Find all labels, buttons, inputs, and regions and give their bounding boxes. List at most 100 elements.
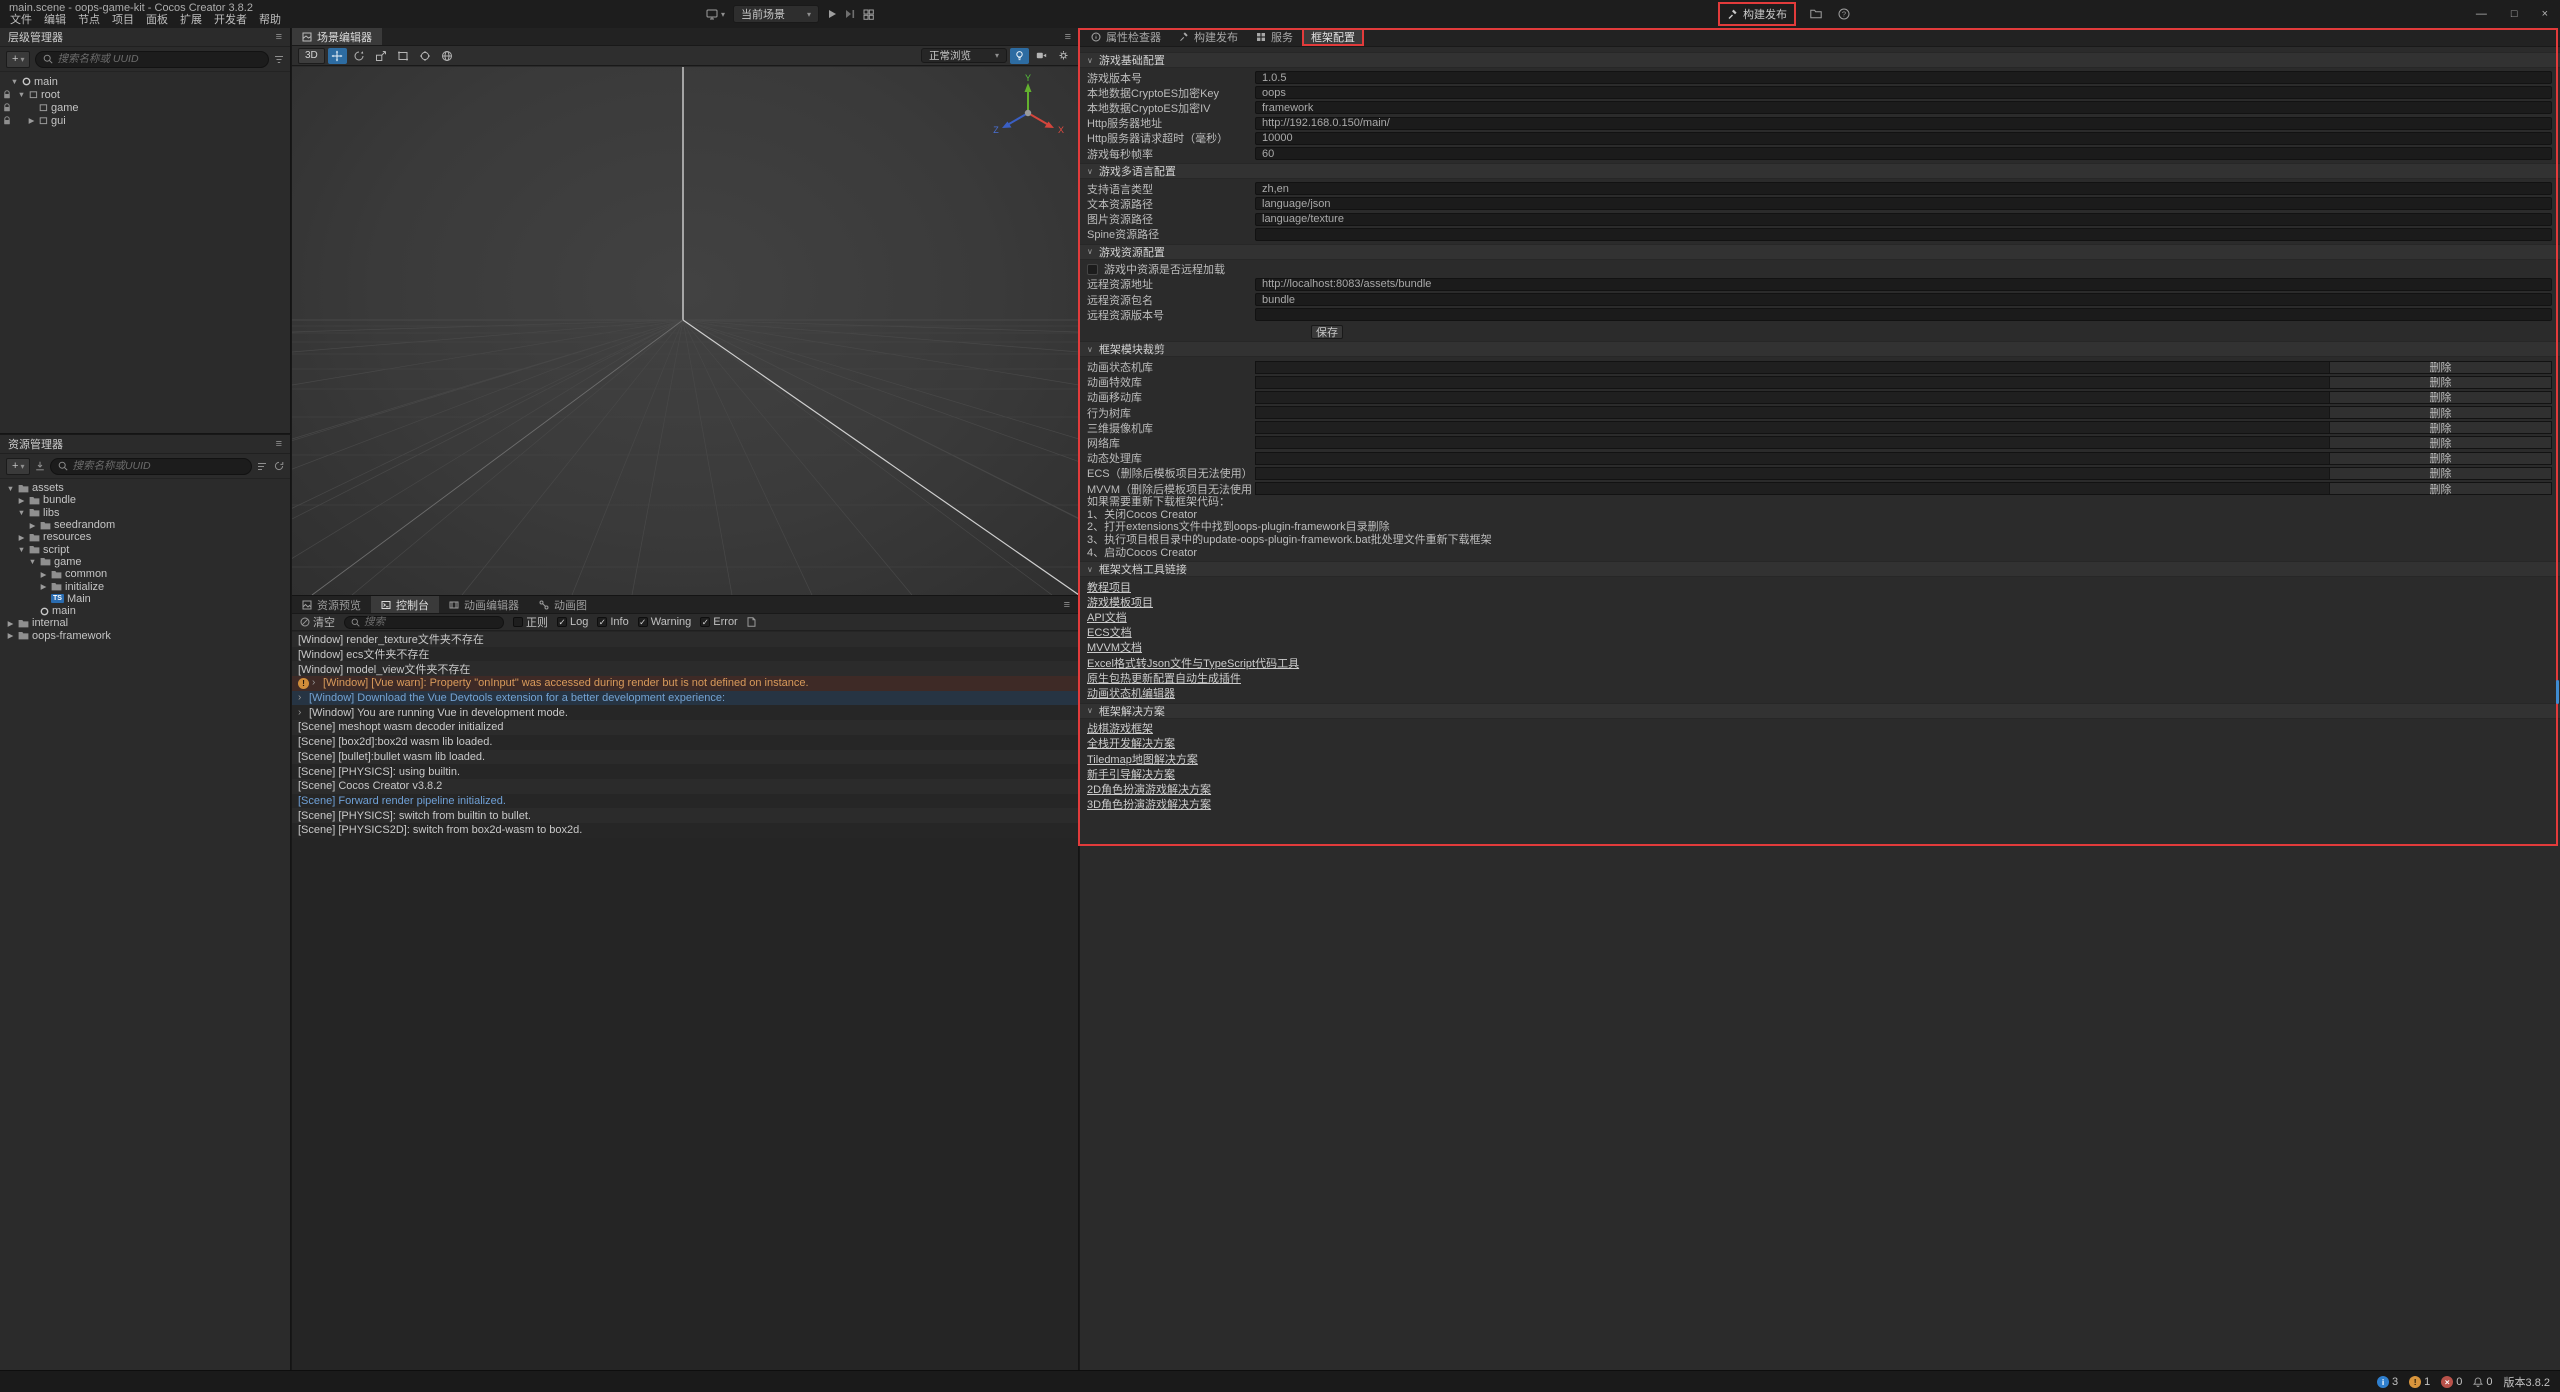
log-row[interactable]: [Window] [Vue warn]: Property "onInput" … bbox=[292, 676, 1078, 691]
menu-item[interactable]: 帮助 bbox=[253, 14, 287, 27]
move-tool[interactable] bbox=[328, 48, 347, 64]
gear-icon[interactable] bbox=[1054, 48, 1073, 64]
asset-node[interactable]: TS main bbox=[0, 605, 290, 617]
console-export-icon[interactable] bbox=[747, 617, 756, 627]
expand-arrow[interactable] bbox=[39, 570, 48, 579]
asset-node[interactable]: TS initialize bbox=[0, 580, 290, 592]
field-input[interactable]: 60 bbox=[1255, 147, 2552, 160]
log-row[interactable]: [Scene] [PHYSICS2D]: switch from box2d-w… bbox=[292, 823, 1078, 838]
expand-arrow[interactable] bbox=[298, 708, 309, 718]
expand-arrow[interactable] bbox=[6, 631, 15, 640]
log-row[interactable]: [Scene] Forward render pipeline initiali… bbox=[292, 794, 1078, 809]
axis-y-label[interactable]: Y bbox=[1025, 73, 1031, 83]
section-header-docs[interactable]: 框架文档工具链接 bbox=[1080, 561, 2560, 577]
menu-item[interactable]: 文件 bbox=[4, 14, 38, 27]
expand-arrow[interactable] bbox=[39, 582, 48, 591]
console-filter[interactable]: Error bbox=[700, 616, 737, 628]
field-input[interactable]: language/json bbox=[1255, 197, 2552, 210]
expand-arrow[interactable] bbox=[17, 90, 26, 99]
view-mode-select[interactable]: 正常浏览 ▾ bbox=[921, 48, 1007, 63]
lighting-toggle[interactable] bbox=[1010, 48, 1029, 64]
asset-node[interactable]: TS bundle bbox=[0, 494, 290, 506]
create-asset-button[interactable]: +▾ bbox=[6, 458, 30, 475]
section-header-language[interactable]: 游戏多语言配置 bbox=[1080, 163, 2560, 179]
help-button[interactable]: ? bbox=[1838, 8, 1850, 20]
scale-tool[interactable] bbox=[372, 48, 391, 64]
asset-node[interactable]: TS common bbox=[0, 568, 290, 580]
log-row[interactable]: [Scene] [PHYSICS]: switch from builtin t… bbox=[292, 808, 1078, 823]
filter-checkbox[interactable] bbox=[638, 617, 648, 627]
rect-tool[interactable] bbox=[394, 48, 413, 64]
log-row[interactable]: [Scene] [box2d]:box2d wasm lib loaded. bbox=[292, 735, 1078, 750]
console-filter[interactable]: 正则 bbox=[513, 614, 548, 630]
asset-node[interactable]: TS resources bbox=[0, 531, 290, 543]
delete-module-button[interactable]: 删除 bbox=[2329, 483, 2551, 494]
delete-module-button[interactable]: 删除 bbox=[2329, 468, 2551, 479]
solution-link[interactable]: 新手引导解决方案 bbox=[1087, 766, 1175, 782]
build-publish-button[interactable]: 构建发布 bbox=[1720, 4, 1794, 24]
menu-item[interactable]: 编辑 bbox=[38, 14, 72, 27]
expand-arrow[interactable] bbox=[28, 557, 37, 566]
hierarchy-node[interactable]: root bbox=[0, 88, 290, 101]
preview-settings-icon[interactable] bbox=[863, 9, 874, 20]
menu-item[interactable]: 项目 bbox=[106, 14, 140, 27]
doc-link[interactable]: Excel格式转Json文件与TypeScript代码工具 bbox=[1087, 655, 1299, 671]
section-header-solutions[interactable]: 框架解决方案 bbox=[1080, 703, 2560, 719]
filter-checkbox[interactable] bbox=[513, 617, 523, 627]
doc-link[interactable]: API文档 bbox=[1087, 609, 1127, 625]
refresh-icon[interactable] bbox=[274, 461, 284, 471]
play-button[interactable] bbox=[827, 9, 837, 19]
asset-node[interactable]: TS libs bbox=[0, 507, 290, 519]
asset-node[interactable]: TS assets bbox=[0, 482, 290, 494]
info-count[interactable]: i 3 bbox=[2377, 1376, 2398, 1388]
field-input[interactable] bbox=[1255, 308, 2552, 321]
asset-node[interactable]: TS oops-framework bbox=[0, 630, 290, 642]
close-button[interactable]: × bbox=[2542, 8, 2548, 20]
notification-count[interactable]: 0 bbox=[2473, 1376, 2492, 1388]
field-input[interactable] bbox=[1255, 228, 2552, 241]
axis-z-label[interactable]: Z bbox=[993, 125, 999, 135]
tab-animation-graph[interactable]: 动画图 bbox=[529, 596, 597, 613]
log-row[interactable]: [Scene] meshopt wasm decoder initialized bbox=[292, 720, 1078, 735]
project-folder-button[interactable] bbox=[1810, 9, 1822, 19]
asset-node[interactable]: TS internal bbox=[0, 617, 290, 629]
solution-link[interactable]: 2D角色扮演游戏解决方案 bbox=[1087, 781, 1211, 797]
expand-arrow[interactable] bbox=[6, 619, 15, 628]
filter-checkbox[interactable] bbox=[700, 617, 710, 627]
tab-build-publish[interactable]: 构建发布 bbox=[1170, 28, 1247, 46]
doc-link[interactable]: ECS文档 bbox=[1087, 624, 1132, 640]
delete-module-button[interactable]: 删除 bbox=[2329, 362, 2551, 373]
tab-service[interactable]: 服务 bbox=[1247, 28, 1302, 46]
log-row[interactable]: [Window] Download the Vue Devtools exten… bbox=[292, 691, 1078, 706]
asset-node[interactable]: TS script bbox=[0, 543, 290, 555]
tab-scene-editor[interactable]: 场景编辑器 bbox=[292, 28, 382, 45]
remote-load-checkbox[interactable] bbox=[1087, 264, 1098, 275]
preview-platform-button[interactable]: ▾ bbox=[706, 9, 725, 20]
assets-menu-icon[interactable]: ≡ bbox=[276, 438, 282, 450]
maximize-button[interactable]: □ bbox=[2511, 8, 2518, 20]
assets-sort-icon[interactable] bbox=[257, 462, 267, 471]
save-button[interactable]: 保存 bbox=[1311, 325, 1343, 339]
delete-module-button[interactable]: 删除 bbox=[2329, 453, 2551, 464]
field-input[interactable]: language/texture bbox=[1255, 213, 2552, 226]
filter-checkbox[interactable] bbox=[597, 617, 607, 627]
console-filter[interactable]: Warning bbox=[638, 616, 692, 628]
field-input[interactable]: http://192.168.0.150/main/ bbox=[1255, 117, 2552, 130]
hierarchy-search-input[interactable] bbox=[57, 53, 261, 65]
tab-property-inspector[interactable]: 属性检查器 bbox=[1082, 28, 1170, 46]
delete-module-button[interactable]: 删除 bbox=[2329, 377, 2551, 388]
minimize-button[interactable]: — bbox=[2476, 8, 2487, 20]
warning-count[interactable]: ! 1 bbox=[2409, 1376, 2430, 1388]
field-input[interactable]: framework bbox=[1255, 101, 2552, 114]
doc-link[interactable]: 动画状态机编辑器 bbox=[1087, 685, 1175, 701]
assets-search-input[interactable] bbox=[72, 460, 244, 472]
menu-item[interactable]: 开发者 bbox=[208, 14, 253, 27]
delete-module-button[interactable]: 删除 bbox=[2329, 437, 2551, 448]
expand-arrow[interactable] bbox=[17, 508, 26, 517]
import-asset-icon[interactable] bbox=[35, 461, 45, 471]
pivot-tool[interactable] bbox=[416, 48, 435, 64]
error-count[interactable]: × 0 bbox=[2441, 1376, 2462, 1388]
mode-3d-toggle[interactable]: 3D bbox=[298, 48, 325, 64]
doc-link[interactable]: MVVM文档 bbox=[1087, 639, 1142, 655]
field-input[interactable]: zh,en bbox=[1255, 182, 2552, 195]
